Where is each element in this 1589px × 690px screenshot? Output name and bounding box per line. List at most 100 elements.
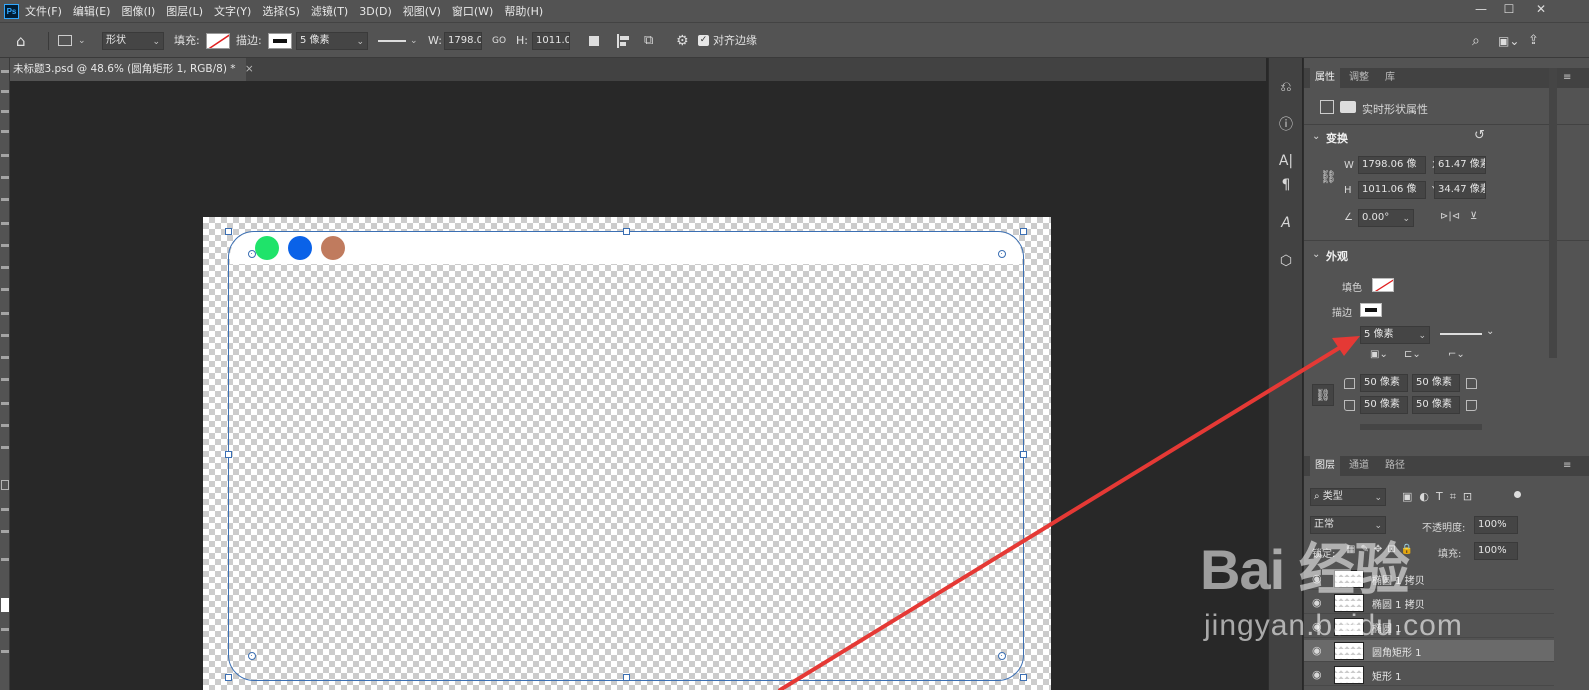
zoom-tool-icon[interactable]	[1, 530, 9, 533]
menu-file[interactable]: 文件(F)	[25, 3, 62, 19]
menu-help[interactable]: 帮助(H)	[504, 3, 543, 19]
glyphs-icon[interactable]: A	[1272, 210, 1300, 236]
flip-horizontal-icon[interactable]: ⊳|⊲	[1440, 211, 1460, 222]
search-icon[interactable]: ⌕	[1472, 32, 1488, 50]
healing-tool-icon[interactable]	[1, 222, 9, 225]
layer-filter-select[interactable]: ⌕ 类型 ⌄	[1310, 488, 1386, 506]
frame-tool-icon[interactable]	[1, 176, 9, 179]
path-alignment-icon[interactable]	[616, 32, 632, 50]
tab-adjustments[interactable]: 调整	[1344, 68, 1374, 88]
stroke-align-icon[interactable]: ▣⌄	[1370, 349, 1388, 360]
gear-icon[interactable]: ⚙	[676, 32, 692, 50]
maximize-button[interactable]: ☐	[1494, 0, 1524, 20]
layer-filter-icons[interactable]: ▣◐T⌗⊡	[1402, 490, 1479, 504]
panel-menu-icon[interactable]: ≡	[1558, 68, 1576, 88]
tab-libraries[interactable]: 库	[1380, 68, 1400, 88]
quick-select-tool-icon[interactable]	[1, 130, 9, 133]
stroke-caps-icon[interactable]: ⊏⌄	[1404, 349, 1421, 360]
marquee-tool-icon[interactable]	[1, 90, 9, 93]
screen-mode-icon[interactable]	[1, 650, 9, 653]
corner-radius-handle-top-left[interactable]	[248, 250, 256, 258]
swap-colors-icon[interactable]	[1, 558, 9, 561]
document-tab[interactable]: 未标题3.psd @ 48.6% (圆角矩形 1, RGB/8) * ×	[10, 58, 254, 81]
share-icon[interactable]: ⇪	[1528, 32, 1544, 50]
transform-collapse-icon[interactable]: ⌄	[1312, 131, 1320, 142]
transform-handle-top[interactable]	[623, 228, 630, 235]
radius-bottom-left-input[interactable]: 50 像素	[1360, 396, 1408, 414]
h-input[interactable]: 1011.06 像	[1358, 181, 1426, 199]
type-tool-icon[interactable]	[1, 424, 9, 427]
character-icon[interactable]: A|	[1272, 148, 1300, 174]
chevron-down-icon[interactable]: ⌄	[1486, 326, 1494, 337]
eyedropper-tool-icon[interactable]	[1, 198, 9, 201]
appearance-collapse-icon[interactable]: ⌄	[1312, 249, 1320, 260]
link-icon[interactable]: ⛓	[1320, 170, 1337, 185]
radius-top-right-input[interactable]: 50 像素	[1412, 374, 1460, 392]
home-icon[interactable]: ⌂	[16, 32, 38, 50]
menu-filter[interactable]: 滤镜(T)	[311, 3, 348, 19]
properties-scrollbar[interactable]	[1549, 68, 1557, 358]
transform-handle-right[interactable]	[1020, 451, 1027, 458]
radius-bottom-right-input[interactable]: 50 像素	[1412, 396, 1460, 414]
brush-tool-icon[interactable]	[1, 244, 9, 247]
path-select-tool-icon[interactable]	[1, 446, 9, 449]
tab-paths[interactable]: 路径	[1380, 456, 1410, 476]
align-edges-checkbox[interactable]: ✓	[698, 35, 709, 46]
transform-handle-top-right[interactable]	[1020, 228, 1027, 235]
info-icon[interactable]: ⓘ	[1272, 112, 1300, 138]
history-brush-tool-icon[interactable]	[1, 288, 9, 291]
corner-radius-handle-bottom-left[interactable]	[248, 652, 256, 660]
hand-tool-icon[interactable]	[1, 508, 9, 511]
link-radius-icon[interactable]: ⛓	[1312, 384, 1334, 406]
radius-top-left-input[interactable]: 50 像素	[1360, 374, 1408, 392]
reset-transform-icon[interactable]: ↺	[1474, 128, 1485, 143]
path-operations-icon[interactable]	[588, 32, 602, 50]
3d-icon[interactable]: ⬡	[1272, 248, 1300, 274]
crop-tool-icon[interactable]	[1, 154, 9, 157]
stroke-width-field[interactable]: 5 像素 ⌄	[296, 32, 368, 50]
menu-image[interactable]: 图像(I)	[121, 3, 155, 19]
tool-preset-picker[interactable]: ⌄	[58, 32, 88, 50]
lasso-tool-icon[interactable]	[1, 110, 9, 113]
green-circle-shape[interactable]	[255, 236, 279, 260]
history-icon[interactable]: ⎌	[1272, 74, 1300, 100]
transform-handle-bottom-right[interactable]	[1020, 674, 1027, 681]
tool-mode-select[interactable]: 形状 ⌄	[102, 32, 164, 50]
flip-vertical-icon[interactable]: ⊻	[1470, 211, 1477, 222]
dodge-tool-icon[interactable]	[1, 378, 9, 381]
minimize-button[interactable]: —	[1466, 0, 1496, 20]
close-tab-icon[interactable]: ×	[245, 63, 254, 75]
tab-layers[interactable]: 图层	[1310, 456, 1340, 476]
rounded-rectangle-shape[interactable]	[228, 231, 1024, 681]
eraser-tool-icon[interactable]	[1, 312, 9, 315]
layers-menu-icon[interactable]: ≡	[1558, 456, 1576, 476]
menu-layer[interactable]: 图层(L)	[166, 3, 203, 19]
tab-properties[interactable]: 属性	[1310, 68, 1340, 88]
stroke-line-type-icon[interactable]	[1440, 333, 1482, 335]
foreground-color-swatch[interactable]	[1, 598, 9, 612]
eye-icon[interactable]: ◉	[1312, 668, 1322, 681]
w-input[interactable]: 1798.06 像	[1358, 156, 1426, 174]
angle-input[interactable]: 0.00° ⌄	[1358, 209, 1414, 227]
menu-select[interactable]: 选择(S)	[262, 3, 300, 19]
quick-mask-icon[interactable]	[1, 628, 9, 631]
fill-swatch[interactable]	[206, 33, 230, 49]
transform-handle-bottom-left[interactable]	[225, 674, 232, 681]
path-arrangement-icon[interactable]: ⧉	[644, 32, 662, 50]
pen-tool-icon[interactable]	[1, 402, 9, 405]
link-dimensions-icon[interactable]: GO	[492, 32, 506, 50]
gradient-tool-icon[interactable]	[1, 334, 9, 337]
paragraph-icon[interactable]: ¶	[1272, 172, 1300, 198]
blur-tool-icon[interactable]	[1, 356, 9, 359]
stamp-tool-icon[interactable]	[1, 266, 9, 269]
menu-view[interactable]: 视图(V)	[403, 3, 441, 19]
close-window-button[interactable]: ✕	[1526, 0, 1556, 20]
filter-toggle-icon[interactable]	[1514, 491, 1521, 498]
menu-window[interactable]: 窗口(W)	[452, 3, 493, 19]
menu-3d[interactable]: 3D(D)	[359, 5, 392, 18]
width-input[interactable]: 1798.0	[444, 32, 482, 50]
fill-swatch[interactable]	[1372, 278, 1394, 292]
brown-circle-shape[interactable]	[321, 236, 345, 260]
stroke-width-input[interactable]: 5 像素 ⌄	[1360, 326, 1430, 344]
y-input[interactable]: 34.47 像素	[1434, 181, 1486, 199]
